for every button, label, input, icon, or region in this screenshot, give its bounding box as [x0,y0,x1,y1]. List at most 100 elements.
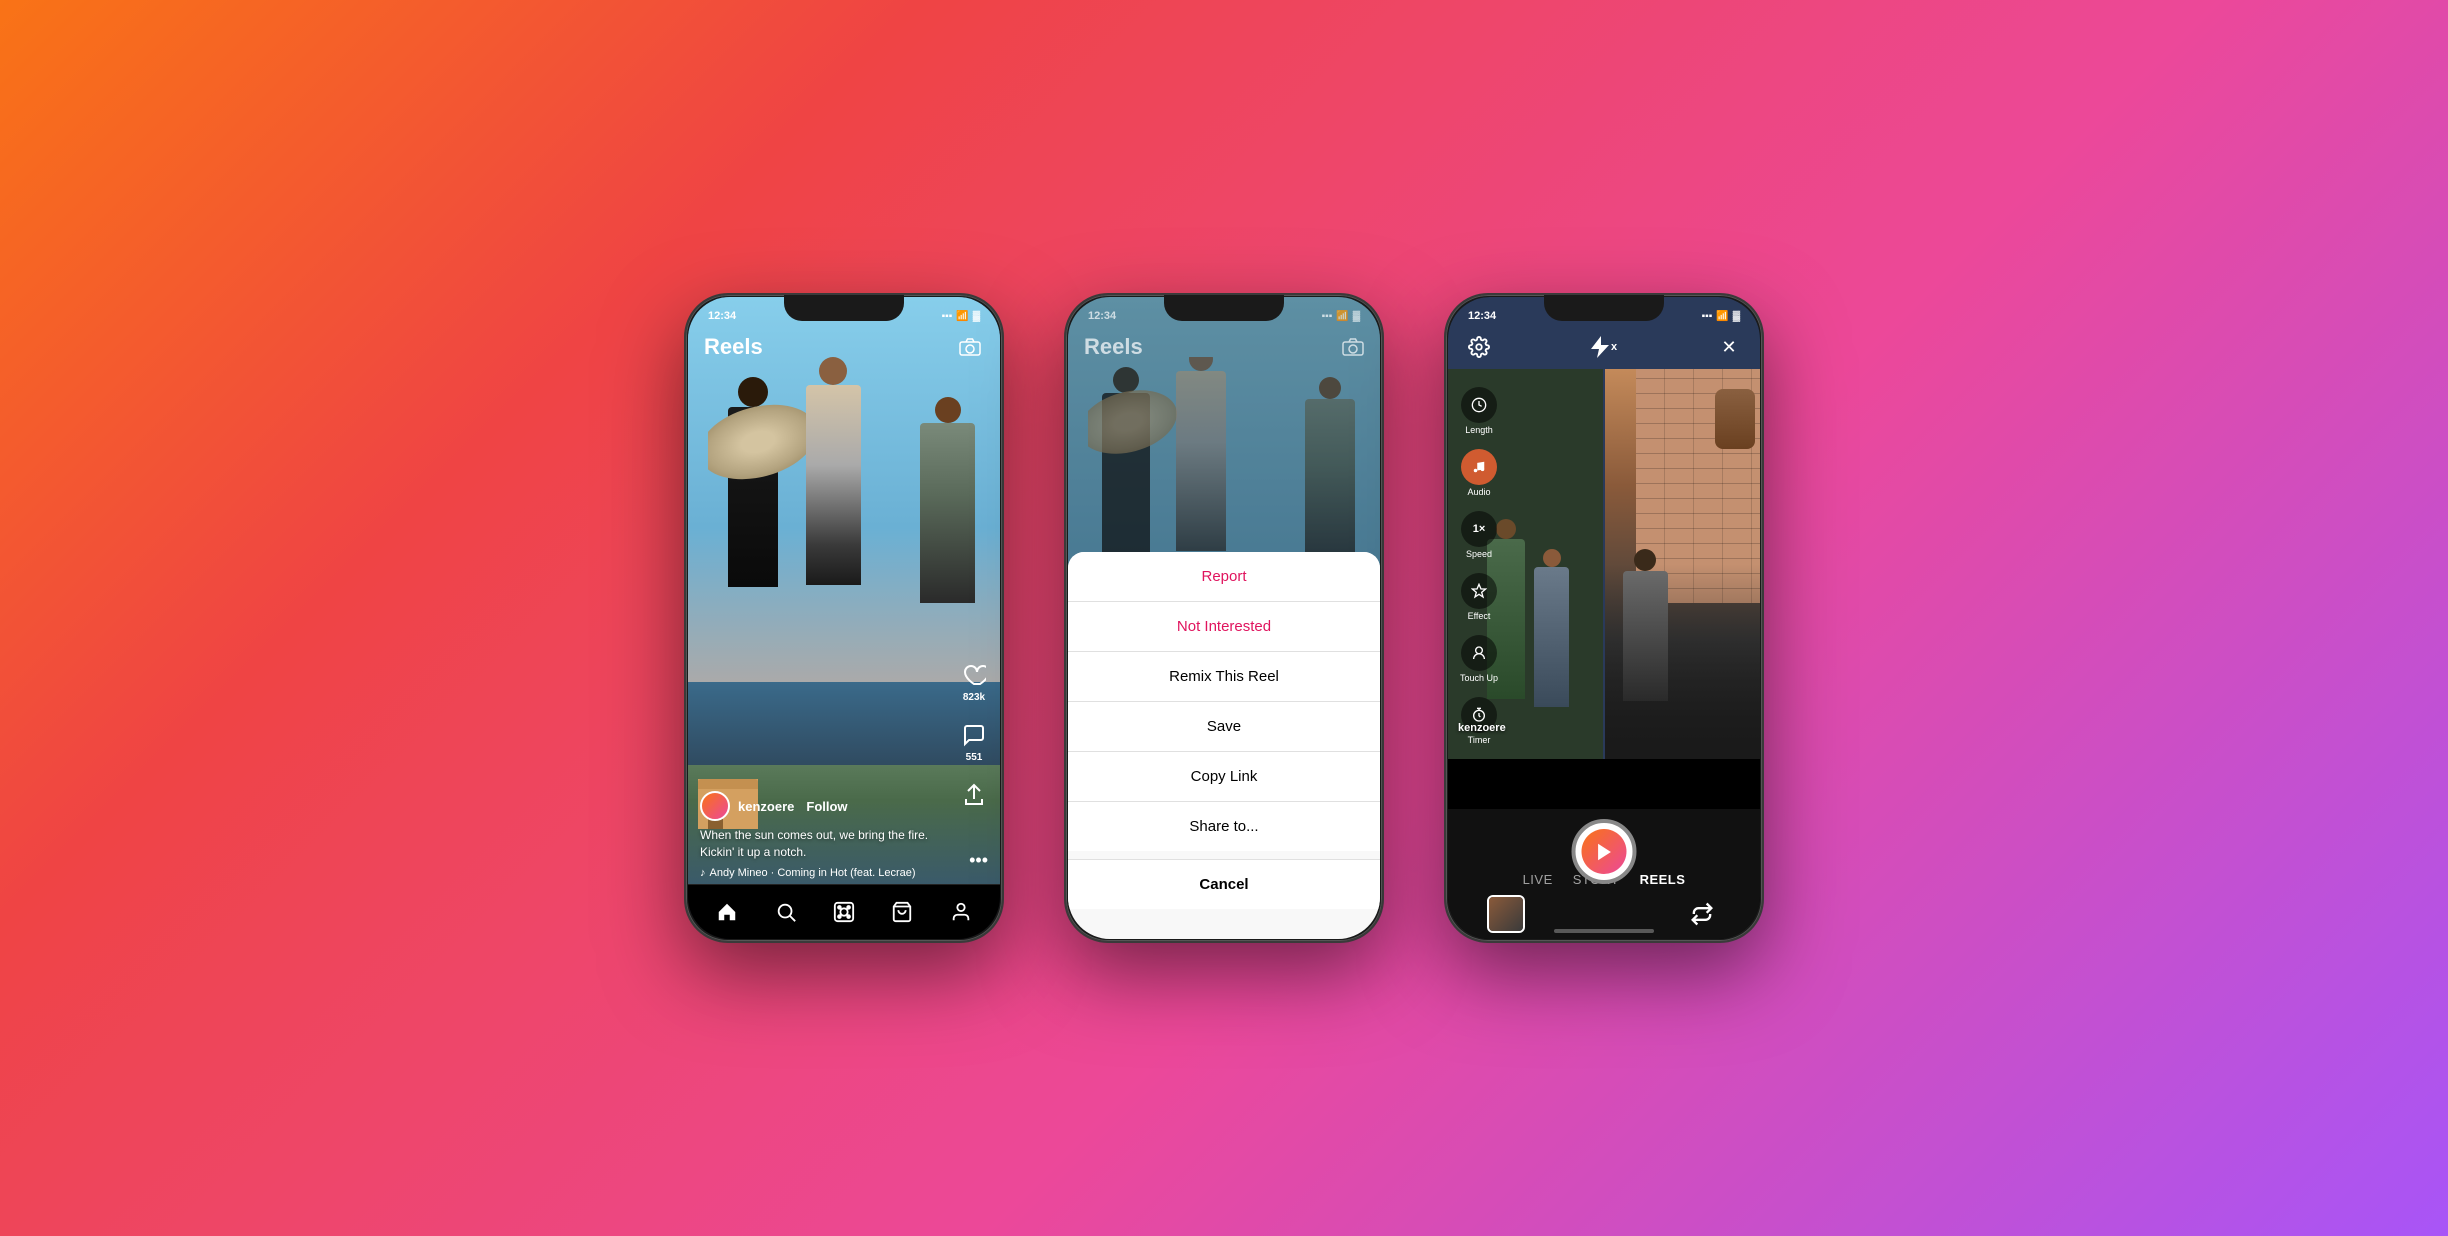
audio-svg [1472,459,1486,475]
signal-icon-2: ▪▪▪ [1322,311,1333,322]
length-label: Length [1465,425,1493,435]
body-2 [806,385,861,585]
effect-svg [1471,583,1487,599]
like-action[interactable]: 823k [960,661,988,703]
nav-search[interactable] [766,892,806,932]
sheet-cancel[interactable]: Cancel [1068,859,1380,909]
heart-svg [962,664,986,686]
tab-live[interactable]: LIVE [1523,872,1553,887]
status-icons-3: ▪▪▪ 📶 ▓ [1702,311,1740,322]
shutter-inner [1582,829,1627,874]
status-icons-1: ▪▪▪ 📶 ▓ [942,311,980,322]
nav-shop[interactable] [882,892,922,932]
ref-head [1634,549,1656,571]
copy-link-label: Copy Link [1191,768,1258,785]
play-icon [1593,841,1615,863]
lf-2 [1533,549,1571,759]
comment-action[interactable]: 551 [960,721,988,763]
username-1: kenzoere [738,799,794,814]
audio-title: Andy Mineo · Coming in Hot (feat. Lecrae… [710,867,916,879]
phone-3-notch [1544,295,1664,321]
share-to-label: Share to... [1189,818,1258,835]
person-1 [718,377,788,667]
ref-person [1615,549,1675,749]
phone-1-vol-down [684,490,686,530]
lf-head1 [1496,519,1516,539]
reels-title-1: Reels [704,334,763,360]
close-button[interactable]: ✕ [1714,332,1744,362]
touchup-control[interactable]: Touch Up [1460,635,1498,683]
flash-button[interactable]: x [1591,336,1617,358]
share-svg [963,783,985,807]
lf-body2 [1534,567,1569,707]
touchup-icon [1461,635,1497,671]
shutter-button[interactable] [1572,819,1637,884]
camera-header: x ✕ [1448,325,1760,369]
reel-user-row: kenzoere Follow [700,791,950,821]
sheet-remix[interactable]: Remix This Reel [1068,652,1380,702]
sheet-not-interested[interactable]: Not Interested [1068,602,1380,652]
nav-home[interactable] [707,892,747,932]
battery-icon-2: ▓ [1353,311,1360,322]
phone-1-power-btn [1002,415,1004,475]
length-control[interactable]: Length [1460,387,1498,435]
audio-control[interactable]: Audio [1460,449,1498,497]
phone-3-screen: 12:34 ▪▪▪ 📶 ▓ x ✕ [1448,297,1760,939]
phone-1-screen: 12:34 ▪▪▪ 📶 ▓ Reels [688,297,1000,939]
gallery-img [1489,897,1523,931]
wifi-icon-3: 📶 [1716,311,1728,322]
action-sheet-container: Report Not Interested Remix This Reel Sa… [1068,552,1380,939]
side-actions-1: 823k 551 [960,661,988,809]
three-dots-button[interactable]: ••• [969,850,988,871]
settings-button[interactable] [1464,332,1494,362]
touchup-svg [1471,645,1487,661]
speed-control[interactable]: 1× Speed [1460,511,1498,559]
preview-username: kenzoere [1458,722,1506,734]
sheet-save[interactable]: Save [1068,702,1380,752]
reel-reference [1605,369,1760,759]
speed-icon: 1× [1461,511,1497,547]
phone-1-notch [784,295,904,321]
nav-profile[interactable] [941,892,981,932]
lf-head2 [1543,549,1561,567]
nav-reels[interactable] [824,892,864,932]
gallery-thumbnail[interactable] [1487,895,1525,933]
flip-camera-button[interactable] [1683,895,1721,933]
camera-button-2[interactable] [1342,338,1364,356]
share-action[interactable] [960,781,988,809]
head-3 [935,397,961,423]
sheet-report[interactable]: Report [1068,552,1380,602]
camera-icon-1 [959,338,981,356]
report-label: Report [1201,568,1246,585]
sheet-copy-link[interactable]: Copy Link [1068,752,1380,802]
audio-label: Audio [1468,487,1491,497]
phone-2-screen: 12:34 ▪▪▪ 📶 ▓ Reels [1068,297,1380,939]
close-icon: ✕ [1721,337,1736,358]
timer-label: Timer [1468,735,1491,745]
user-avatar-1 [700,791,730,821]
wifi-icon: 📶 [956,311,968,322]
flash-label: x [1611,341,1617,353]
comment-count: 551 [966,752,983,763]
phone-1-vol-up [684,435,686,475]
body-3 [920,423,975,603]
sheet-share-to[interactable]: Share to... [1068,802,1380,851]
tab-reels[interactable]: REELS [1640,872,1686,887]
phone-2-power-btn [1382,415,1384,475]
signal-icon: ▪▪▪ [942,311,953,322]
speed-label-text: 1× [1473,523,1486,535]
follow-button-1[interactable]: Follow [806,799,847,814]
flip-camera-icon [1688,900,1716,928]
figures-area [708,347,980,667]
camera-button-1[interactable] [956,333,984,361]
profile-icon [950,901,972,923]
phone-3-power-btn [1762,415,1764,475]
flash-icon [1591,336,1609,358]
battery-icon-3: ▓ [1733,311,1740,322]
phone-3-vol-down [1444,490,1446,530]
ref-body [1623,571,1668,701]
effect-control[interactable]: Effect [1460,573,1498,621]
timer-svg [1471,397,1487,413]
music-note-icon: ♪ [700,867,706,879]
phone-1-reels-feed: 12:34 ▪▪▪ 📶 ▓ Reels [684,293,1004,943]
